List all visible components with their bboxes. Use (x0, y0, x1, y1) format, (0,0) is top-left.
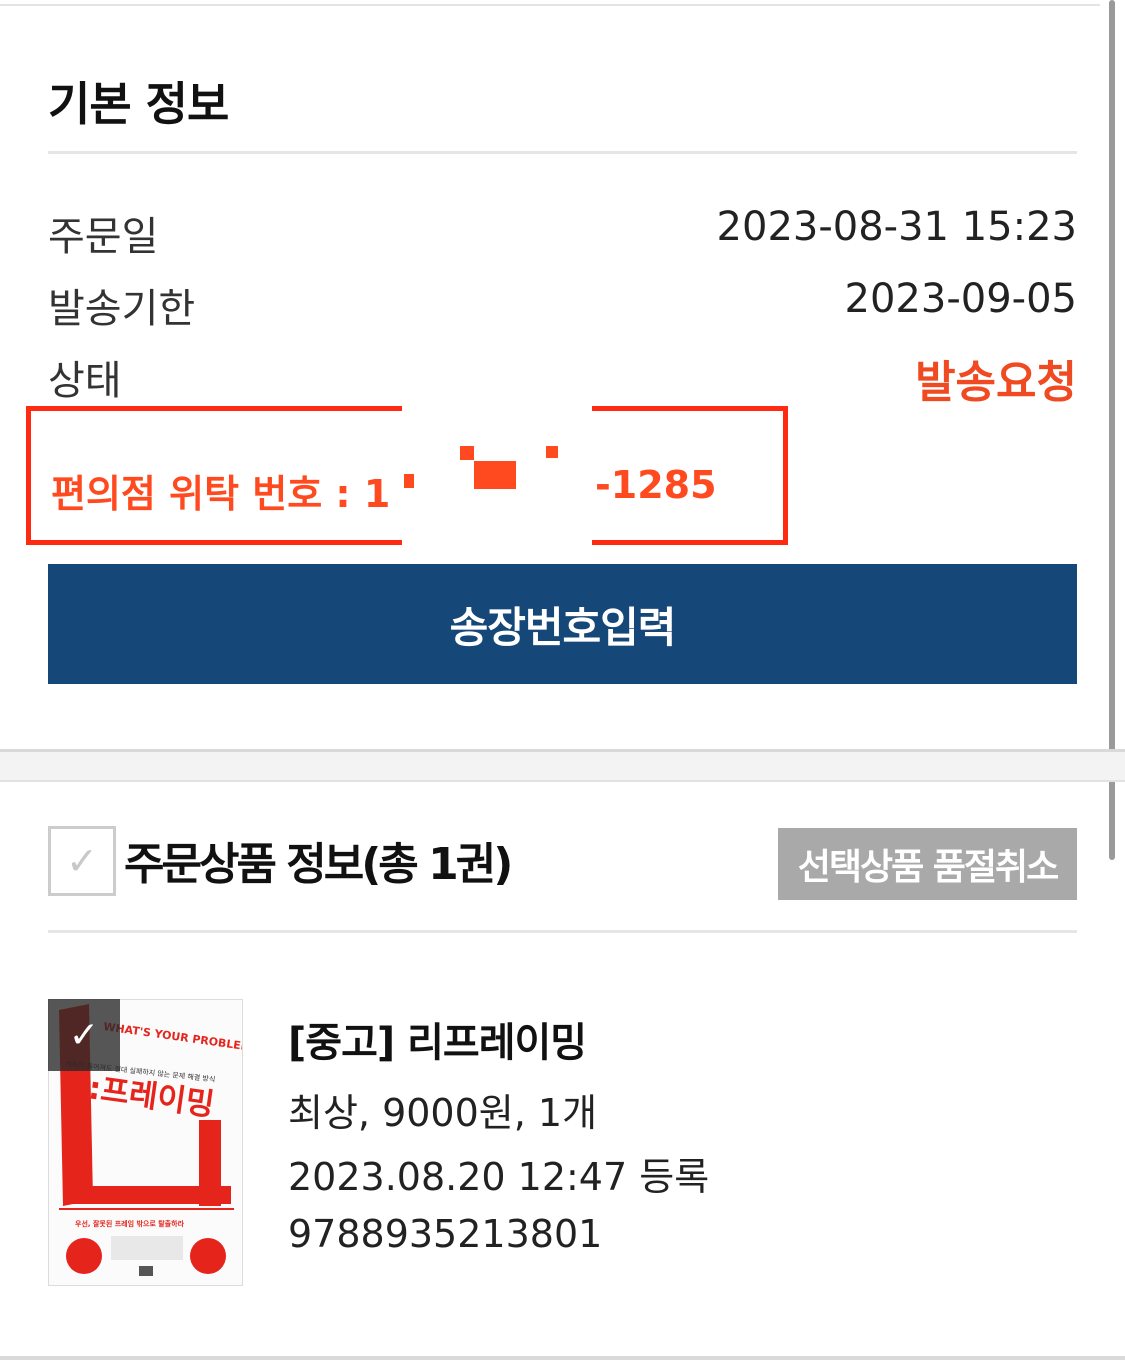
status-label: 상태 (48, 358, 122, 404)
order-date-value: 2023-08-31 15:23 (716, 204, 1077, 250)
ship-deadline-row: 발송기한 2023-09-05 (48, 276, 1077, 336)
scrollbar[interactable] (1109, 0, 1115, 860)
product-select-checkbox[interactable]: ✓ (48, 999, 120, 1071)
top-divider (0, 4, 1100, 6)
section-separator (0, 752, 1125, 780)
status-row: 상태 발송요청 (48, 348, 1077, 408)
order-date-row: 주문일 2023-08-31 15:23 (48, 204, 1077, 264)
consignment-number-highlight: 편의점 위탁 번호 : 1 -1285 (26, 406, 788, 546)
ship-deadline-value: 2023-09-05 (844, 276, 1077, 322)
select-all-checkbox[interactable]: ✓ (48, 826, 116, 896)
order-detail-page: 기본 정보 주문일 2023-08-31 15:23 발송기한 2023-09-… (0, 0, 1125, 1361)
section-divider (48, 930, 1077, 933)
order-date-label: 주문일 (48, 214, 159, 260)
product-name[interactable]: [중고] 리프레이밍 (288, 1010, 587, 1068)
cover-slogan: 우선, 잘못된 프레임 밖으로 탈출하라 (75, 1219, 185, 1228)
consignment-number-prefix: 편의점 위탁 번호 : 1 (51, 472, 391, 516)
redaction-fragment (546, 446, 558, 458)
product-condition-price-qty: 최상, 9000원, 1개 (288, 1091, 598, 1135)
redaction-fragment (474, 461, 516, 489)
redaction-mask (402, 406, 592, 546)
basic-info-title: 기본 정보 (48, 77, 229, 131)
section-separator-bottom (0, 780, 1125, 782)
enter-invoice-number-button[interactable]: 송장번호입력 (48, 564, 1077, 684)
products-title: 주문상품 정보(총 1권) (124, 839, 513, 890)
bottom-divider (0, 1356, 1125, 1360)
checkmark-icon: ✓ (68, 1014, 100, 1056)
consignment-number-suffix: -1285 (595, 463, 717, 507)
status-value: 발송요청 (915, 357, 1077, 408)
checkmark-icon: ✓ (66, 839, 98, 883)
redaction-fragment (460, 446, 474, 460)
ship-deadline-label: 발송기한 (48, 286, 196, 332)
cancel-out-of-stock-button[interactable]: 선택상품 품절취소 (778, 828, 1077, 900)
section-divider (48, 151, 1077, 154)
product-isbn: 9788935213801 (288, 1212, 603, 1256)
product-registered-date: 2023.08.20 12:47 등록 (288, 1155, 710, 1199)
redaction-fragment (404, 474, 414, 488)
